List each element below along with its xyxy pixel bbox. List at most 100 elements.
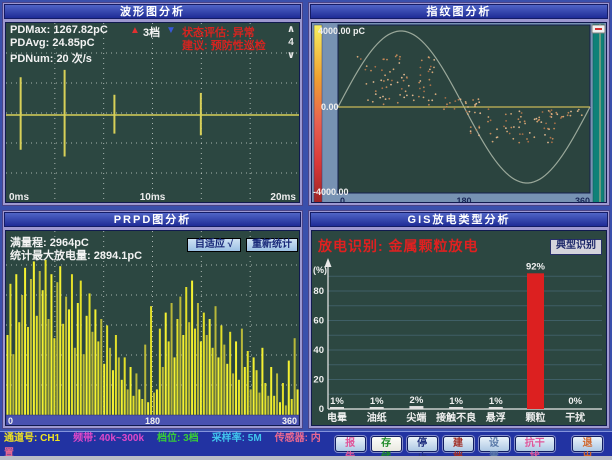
scroll-value: 4 — [284, 36, 298, 49]
gis-bar-value: 2% — [410, 395, 424, 406]
pd-dot — [548, 110, 550, 112]
pd-dot — [399, 56, 401, 58]
fingerprint-panel-title: 指纹图分析 — [310, 4, 608, 19]
status-bar: 通道号: CH1频带: 40k~300k档位: 3档采样率: 5M传感器: 内置… — [0, 431, 612, 456]
pd-dot — [568, 112, 570, 114]
gear-down-icon[interactable]: ▼ — [166, 25, 176, 36]
pd-dot — [478, 101, 480, 103]
prpd-bar — [174, 357, 176, 415]
prpd-bar — [109, 348, 111, 415]
prpd-bar — [21, 295, 23, 415]
status-item-1: 频带: 40k~300k — [73, 433, 144, 444]
stat-max-value: 统计最大放电量: 2894.1pC — [10, 247, 142, 263]
svg-text:4000.00 pC: 4000.00 pC — [318, 26, 366, 36]
pd-dot — [518, 118, 520, 120]
pd-dot — [454, 108, 456, 110]
prpd-bar — [112, 370, 114, 415]
pd-dot — [538, 119, 540, 121]
statusbar-button-0[interactable]: 报告 — [335, 436, 366, 452]
svg-text:80: 80 — [313, 286, 324, 297]
pd-dot — [420, 67, 422, 69]
prpd-bar — [94, 309, 96, 415]
prpd-bar — [291, 399, 293, 415]
prpd-bar — [235, 341, 237, 415]
pd-dot — [397, 82, 399, 84]
prpd-bar — [141, 399, 143, 415]
pd-dot — [393, 68, 395, 70]
pd-dot — [373, 81, 375, 83]
prpd-bar — [83, 354, 85, 415]
pd-dot — [428, 104, 430, 106]
scroll-up-icon[interactable]: ∧ — [284, 23, 298, 36]
pd-dot — [384, 74, 386, 76]
prpd-bar — [18, 322, 20, 415]
pd-dot — [406, 77, 408, 79]
gear-up-icon[interactable]: ▲ — [130, 25, 140, 36]
scroll-selector: ∧ 4 ∨ — [284, 23, 298, 62]
prpd-bar — [153, 393, 155, 415]
pd-dot — [503, 126, 505, 128]
pdavg-value: PDAvg: 24.85pC — [10, 37, 95, 49]
prpd-bar — [270, 367, 272, 415]
statusbar-button-6[interactable]: 退出 — [572, 436, 603, 452]
prpd-bar — [212, 348, 214, 415]
pd-dot — [360, 58, 362, 60]
statusbar-button-3[interactable]: 建档 — [443, 436, 474, 452]
prpd-bar — [74, 348, 76, 415]
prpd-bar — [86, 316, 88, 415]
pd-dot — [390, 84, 392, 86]
prpd-bar — [253, 357, 255, 415]
prpd-bar — [30, 279, 32, 415]
prpd-bar — [229, 332, 231, 415]
status-item-3: 采样率: 5M — [212, 433, 262, 444]
gis-category-label: 接触不良 — [436, 411, 476, 424]
pd-dot — [403, 80, 405, 82]
pd-dot — [467, 106, 469, 108]
pd-dot — [446, 106, 448, 108]
prpd-bar — [273, 396, 275, 415]
scale-slider-handle[interactable] — [592, 25, 605, 33]
statusbar-button-4[interactable]: 设置 — [479, 436, 510, 452]
pd-dot — [470, 132, 472, 134]
pd-dot — [443, 108, 445, 110]
restat-button[interactable]: 重新统计 — [246, 238, 298, 252]
prpd-bar — [77, 303, 79, 415]
scroll-down-icon[interactable]: ∨ — [284, 49, 298, 62]
pd-dot — [375, 93, 377, 95]
prpd-bar — [42, 290, 44, 415]
pd-dot — [524, 123, 526, 125]
autoscale-button[interactable]: 自适应 √ — [187, 238, 241, 252]
pd-dot — [374, 66, 376, 68]
prpd-bar — [62, 324, 64, 415]
pd-dot — [470, 126, 472, 128]
prpd-bar — [59, 266, 61, 415]
gis-bar-highlight — [527, 273, 544, 409]
prpd-bar — [191, 281, 193, 415]
waveform-panel: 波形图分析 0ms10ms20ms PDMax: 1267.82pC ▲ 3档 … — [2, 2, 303, 206]
pd-dot — [578, 109, 580, 111]
pd-dot — [547, 128, 549, 130]
pd-dot — [519, 110, 521, 112]
pd-dot — [551, 141, 553, 143]
scale-slider-track[interactable] — [593, 24, 604, 203]
pd-dot — [454, 100, 456, 102]
statusbar-button-5[interactable]: 抗干扰 — [515, 436, 555, 452]
fingerprint-chart: 4000.00 pC0.00-4000.000180360 — [312, 23, 606, 203]
svg-text:10ms: 10ms — [140, 192, 166, 203]
pd-dot — [381, 69, 383, 71]
pd-dot — [490, 119, 492, 121]
typical-recognition-button[interactable]: 典型识别 — [550, 239, 602, 255]
pd-dot — [399, 94, 401, 96]
gis-y-tick-labels: (%)020406080 — [313, 265, 327, 415]
gis-plot-area: (%)0204060801%电晕1%油纸2%尖端1%接触不良1%悬浮92%颗粒0… — [311, 230, 607, 426]
fingerprint-plot-area: 4000.00 pC0.00-4000.000180360 — [311, 22, 607, 203]
gis-bar-value: 1% — [449, 396, 463, 407]
statusbar-button-1[interactable]: 存储 — [371, 436, 402, 452]
pd-dot — [408, 85, 410, 87]
statusbar-button-2[interactable]: 停止 — [407, 436, 438, 452]
pd-dot — [526, 138, 528, 140]
pd-dot — [496, 137, 498, 139]
svg-text:60: 60 — [313, 316, 324, 327]
pd-dot — [403, 97, 405, 99]
status-item-0: 通道号: CH1 — [4, 433, 60, 444]
